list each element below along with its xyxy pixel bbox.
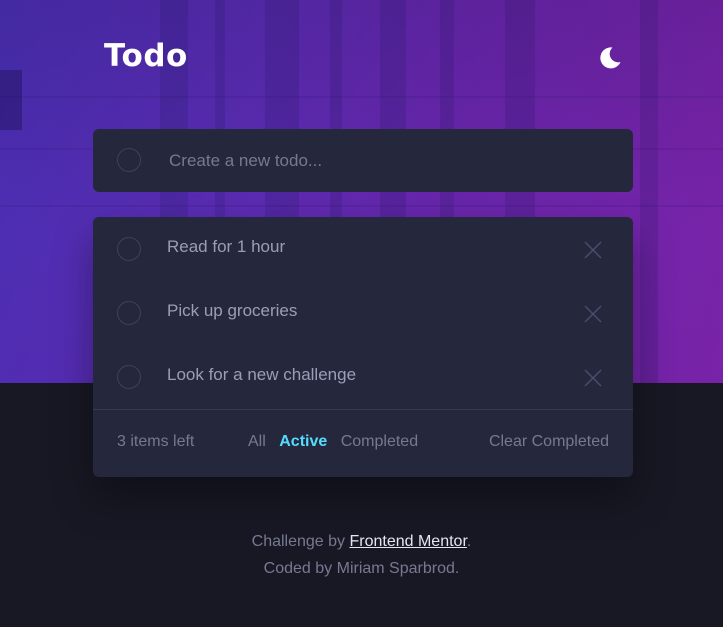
attribution-prefix: Challenge by (251, 533, 350, 550)
close-icon (584, 369, 602, 387)
close-icon (584, 241, 602, 259)
list-footer: 3 items left All Active Completed Clear … (93, 410, 633, 477)
filter-completed-button[interactable]: Completed (341, 433, 418, 450)
todo-item[interactable]: Read for 1 hour (93, 217, 633, 281)
todo-text: Pick up groceries (167, 301, 298, 320)
attribution: Challenge by Frontend Mentor. Coded by M… (0, 528, 723, 582)
todo-text: Read for 1 hour (167, 237, 286, 256)
page-title: Todo (104, 38, 188, 74)
close-icon (584, 305, 602, 323)
todo-app: Todo Read for 1 hour Pick up groceries (0, 0, 723, 627)
todo-text: Look for a new challenge (167, 365, 357, 384)
new-todo-card (93, 129, 633, 192)
filter-all-button[interactable]: All (248, 433, 266, 450)
theme-toggle-button[interactable] (596, 44, 624, 72)
attribution-line-1: Challenge by Frontend Mentor. (0, 528, 723, 555)
delete-todo-button[interactable] (583, 368, 603, 388)
todo-checkbox[interactable] (117, 365, 141, 389)
todo-checkbox[interactable] (117, 237, 141, 261)
new-todo-input[interactable] (167, 145, 601, 177)
items-left-count: 3 items left (117, 433, 195, 450)
delete-todo-button[interactable] (583, 304, 603, 324)
todo-item[interactable]: Pick up groceries (93, 281, 633, 345)
filter-group: All Active Completed (248, 433, 427, 451)
moon-icon (600, 47, 621, 69)
header: Todo (104, 38, 624, 80)
filter-active-button[interactable]: Active (279, 433, 327, 450)
todo-item[interactable]: Look for a new challenge (93, 345, 633, 409)
todo-list: Read for 1 hour Pick up groceries Look f… (93, 217, 633, 477)
attribution-line-2: Coded by Miriam Sparbrod. (263, 560, 460, 577)
new-todo-checkbox[interactable] (117, 148, 141, 172)
delete-todo-button[interactable] (583, 240, 603, 260)
clear-completed-button[interactable]: Clear Completed (489, 433, 609, 451)
attribution-suffix: . (466, 533, 472, 550)
todo-checkbox[interactable] (117, 301, 141, 325)
frontend-mentor-link[interactable]: Frontend Mentor (349, 533, 466, 550)
